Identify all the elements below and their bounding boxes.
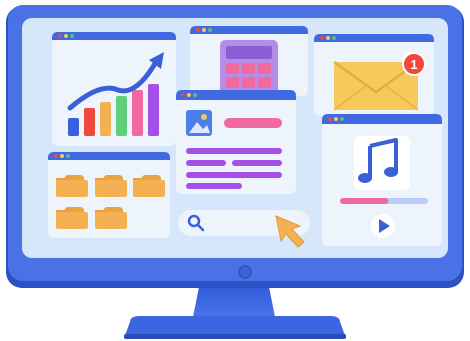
media-progress-fill xyxy=(340,198,389,204)
play-button[interactable] xyxy=(371,214,395,238)
calculator-icon xyxy=(220,40,278,94)
folder-icon[interactable] xyxy=(56,207,88,229)
desktop-monitor-illustration: 1 xyxy=(6,5,464,339)
mail-window[interactable]: 1 xyxy=(314,34,434,116)
folder-icon[interactable] xyxy=(56,175,88,197)
title-placeholder-bar xyxy=(224,118,282,128)
notification-count: 1 xyxy=(410,57,417,72)
folders-window[interactable] xyxy=(48,152,170,238)
folder-icon[interactable] xyxy=(133,175,165,197)
monitor-power-button[interactable] xyxy=(238,265,252,279)
image-icon xyxy=(186,110,212,136)
chart-window[interactable] xyxy=(52,32,176,146)
folder-icon[interactable] xyxy=(95,207,127,229)
calculator-window[interactable] xyxy=(190,26,308,96)
document-window[interactable] xyxy=(176,90,296,194)
folder-icon[interactable] xyxy=(95,175,127,197)
notification-badge: 1 xyxy=(402,52,426,76)
music-player-window[interactable] xyxy=(322,114,442,246)
